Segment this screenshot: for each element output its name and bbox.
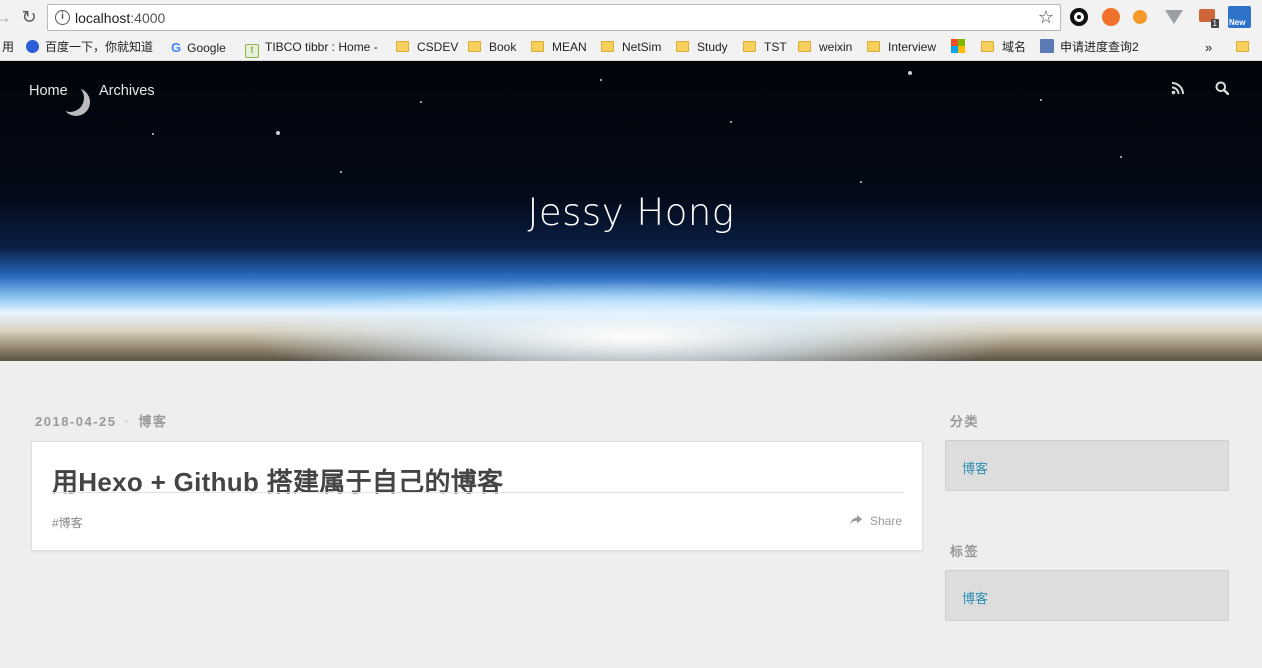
bookmark-star-icon[interactable]: ☆	[1038, 7, 1054, 28]
post-meta: 2018-04-25 · 博客	[35, 411, 167, 430]
rss-icon[interactable]	[1171, 81, 1185, 98]
share-button[interactable]: Share	[849, 514, 902, 528]
folder-icon	[601, 41, 614, 52]
categories-widget: 博客	[945, 440, 1229, 491]
building-icon	[1040, 39, 1054, 53]
meta-separator: ·	[124, 414, 131, 429]
folder-icon	[867, 41, 880, 52]
category-link[interactable]: 博客	[962, 458, 988, 477]
reload-icon[interactable]: ↻	[18, 6, 40, 28]
site-title[interactable]: Jessy Hong	[0, 191, 1262, 234]
star-decoration	[340, 171, 342, 173]
post-card: 用Hexo + Github 搭建属于自己的博客 #博客 Share	[31, 441, 923, 551]
extension-new-icon[interactable]: New	[1228, 6, 1251, 28]
bookmarks-bar: 用 百度一下，你就知道 G Google t TIBCO tibbr : Home …	[0, 34, 1262, 61]
extension-fox-icon[interactable]	[1133, 10, 1147, 24]
nav-home-link[interactable]: Home	[29, 83, 68, 99]
bookmark-google[interactable]: G Google	[171, 38, 226, 57]
bookmark-folder-netsim[interactable]: NetSim	[601, 38, 661, 57]
categories-heading: 分类	[950, 414, 980, 429]
title-divider	[52, 492, 904, 493]
post-tag-link[interactable]: #博客	[52, 514, 83, 531]
tibbr-icon: t	[245, 44, 259, 58]
bookmark-folder-tst[interactable]: TST	[743, 38, 787, 57]
other-bookmarks-folder[interactable]	[1236, 38, 1257, 57]
microsoft-icon	[951, 39, 965, 53]
bookmark-folder-domain[interactable]: 域名	[981, 38, 1026, 57]
star-decoration	[1040, 99, 1042, 101]
extension-adblock-icon[interactable]	[1070, 8, 1088, 26]
site-info-icon[interactable]: i	[55, 10, 70, 25]
tags-heading: 标签	[950, 544, 980, 559]
bookmark-folder-study[interactable]: Study	[676, 38, 728, 57]
tags-widget: 博客	[945, 570, 1229, 621]
bookmark-folder-csdev[interactable]: CSDEV	[396, 38, 458, 57]
star-decoration	[1120, 156, 1122, 158]
star-decoration	[420, 101, 422, 103]
extension-orange-icon[interactable]	[1102, 8, 1120, 26]
hero-banner: Home Archives Jessy Hong	[0, 61, 1262, 361]
bookmark-baidu[interactable]: 百度一下，你就知道	[26, 38, 153, 57]
share-icon	[849, 514, 865, 528]
back-icon[interactable]: →	[0, 6, 14, 28]
extension-monitor-icon[interactable]: 1	[1199, 9, 1219, 28]
star-decoration	[600, 79, 602, 81]
folder-icon	[468, 41, 481, 52]
search-icon[interactable]	[1215, 81, 1230, 98]
url-text: localhost:4000	[75, 10, 166, 26]
folder-icon	[981, 41, 994, 52]
bookmark-folder-book[interactable]: Book	[468, 38, 516, 57]
folder-icon	[531, 41, 544, 52]
google-icon: G	[171, 40, 182, 55]
folder-icon	[676, 41, 689, 52]
bookmark-folder-weixin[interactable]: weixin	[798, 38, 852, 57]
bookmark-tibbr[interactable]: t TIBCO tibbr : Home -	[245, 38, 378, 58]
bookmark-application-status[interactable]: 申请进度查询2	[1040, 38, 1139, 57]
bookmark-item[interactable]: 用	[2, 38, 14, 57]
folder-icon	[798, 41, 811, 52]
star-decoration	[276, 131, 280, 135]
star-decoration	[152, 133, 154, 135]
extension-badge: 1	[1210, 19, 1219, 28]
star-decoration	[730, 121, 732, 123]
folder-icon	[743, 41, 756, 52]
post-date[interactable]: 2018-04-25	[35, 414, 117, 429]
post-title[interactable]: 用Hexo + Github 搭建属于自己的博客	[52, 462, 503, 499]
bookmark-folder-interview[interactable]: Interview	[867, 38, 936, 57]
star-decoration	[908, 71, 912, 75]
folder-icon	[396, 41, 409, 52]
bookmark-microsoft[interactable]	[951, 38, 971, 57]
extension-vue-icon[interactable]	[1165, 10, 1183, 24]
tag-link[interactable]: 博客	[962, 588, 988, 607]
share-label: Share	[869, 514, 902, 528]
baidu-icon	[26, 40, 39, 53]
star-decoration	[860, 181, 862, 183]
post-category-link[interactable]: 博客	[138, 414, 167, 429]
extension-new-label: New	[1229, 18, 1246, 27]
bookmark-folder-mean[interactable]: MEAN	[531, 38, 587, 57]
folder-icon	[1236, 41, 1249, 52]
bookmarks-overflow-button[interactable]: »	[1205, 38, 1212, 57]
nav-archives-link[interactable]: Archives	[99, 83, 155, 99]
address-bar[interactable]: i localhost:4000 ☆	[47, 4, 1061, 31]
browser-toolbar: → ↻ i localhost:4000 ☆ 1 New	[0, 0, 1262, 34]
